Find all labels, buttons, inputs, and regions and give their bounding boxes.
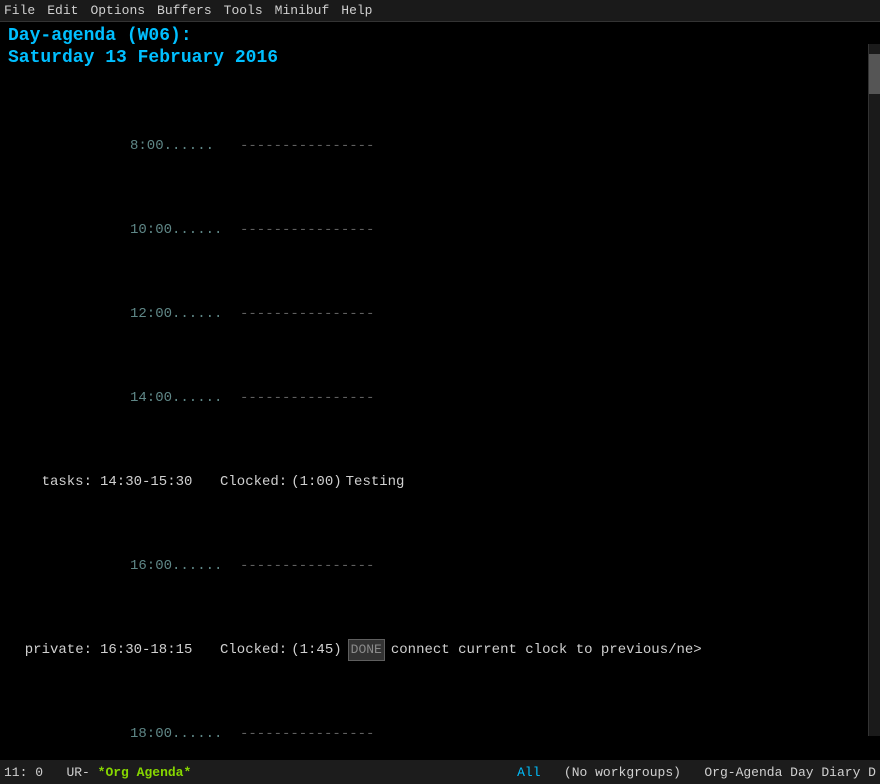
agenda-date: Saturday 13 February 2016 [0,48,880,68]
timeslot-1800: 18:00...... ---------------- [0,724,880,744]
dashes-1200: ---------------- [240,304,374,324]
label-clocked-tasks: Clocked: [220,472,287,492]
menu-buffers[interactable]: Buffers [157,3,212,18]
menubar: File Edit Options Buffers Tools Minibuf … [0,0,880,22]
dashes-1600: ---------------- [240,556,374,576]
status-line-col: 11: 0 UR- *Org Agenda* [4,765,191,780]
time-800: 8:00...... [130,136,240,156]
time-1400: 14:00...... [130,388,240,408]
status-all: All [517,765,540,780]
text-1630: connect current clock to previous/ne> [391,640,702,660]
timeslot-800: 8:00...... ---------------- [0,136,880,156]
menu-edit[interactable]: Edit [47,3,78,18]
menu-tools[interactable]: Tools [224,3,263,18]
row-private-1630: private: 16:30-18:15 Clocked: (1:45) DON… [0,640,880,660]
dashes-1800: ---------------- [240,724,374,744]
timeslot-1200: 12:00...... ---------------- [0,304,880,324]
cat-tasks: tasks: [0,472,100,492]
dashes-1000: ---------------- [240,220,374,240]
dashes-1400: ---------------- [240,388,374,408]
timeslot-1400: 14:00...... ---------------- [0,388,880,408]
time-1800: 18:00...... [130,724,240,744]
time-1200: 12:00...... [130,304,240,324]
timeslot-1600: 16:00...... ---------------- [0,556,880,576]
menu-file[interactable]: File [4,3,35,18]
timeslot-1000: 10:00...... ---------------- [0,220,880,240]
main-area: Day-agenda (W06): Saturday 13 February 2… [0,22,880,760]
status-right: All (No workgroups) Org-Agenda Day Diary… [517,765,876,780]
scrollbar-thumb[interactable] [869,54,880,94]
agenda-title: Day-agenda (W06): [0,26,880,46]
cat-private-1630: private: [0,640,100,660]
time-private-1630: 16:30-18:15 [100,640,220,660]
text-testing: Testing [346,472,405,492]
menu-help[interactable]: Help [341,3,372,18]
status-mode: UR- [66,765,89,780]
dashes-800: ---------------- [240,136,374,156]
status-line-num: 11 [4,765,20,780]
label-clocked-1630: Clocked: [220,640,287,660]
time-tasks: 14:30-15:30 [100,472,220,492]
statusbar: 11: 0 UR- *Org Agenda* All (No workgroup… [0,760,880,784]
done-badge-1630: DONE [348,639,385,661]
menu-options[interactable]: Options [90,3,145,18]
duration-1630: (1:45) [291,640,341,660]
row-tasks-clocked: tasks: 14:30-15:30 Clocked: (1:00) Testi… [0,472,880,492]
status-col-num: 0 [35,765,43,780]
status-extra: Org-Agenda Day Diary D [704,765,876,780]
scrollbar[interactable] [868,44,880,736]
content: 8:00...... ---------------- 10:00...... … [0,72,880,760]
duration-tasks: (1:00) [291,472,341,492]
status-org: *Org Agenda* [98,765,192,780]
menu-minibuf[interactable]: Minibuf [275,3,330,18]
time-1600: 16:00...... [130,556,240,576]
status-workgroups: (No workgroups) [564,765,681,780]
time-1000: 10:00...... [130,220,240,240]
